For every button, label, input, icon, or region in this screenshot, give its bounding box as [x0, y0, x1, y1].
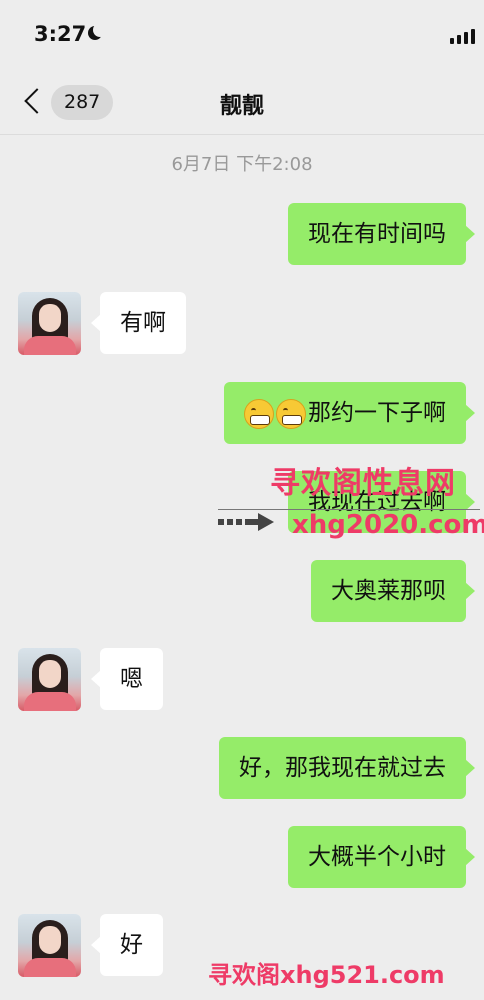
- moon-icon: [88, 23, 107, 40]
- contact-avatar[interactable]: [18, 292, 81, 355]
- message-bubble-outgoing[interactable]: 那约一下子啊: [224, 382, 475, 444]
- message-bubble-outgoing[interactable]: 大奥莱那呗: [311, 560, 475, 622]
- grimacing-face-icon: [244, 398, 274, 429]
- message-text: 那约一下子啊: [308, 400, 446, 426]
- arrow-right-icon: [218, 513, 274, 531]
- contact-avatar[interactable]: [18, 648, 81, 711]
- watermark-bottom: 寻欢阁xhg521.com: [208, 961, 445, 989]
- watermark-url: xhg2020.com: [292, 510, 484, 540]
- status-bar: 3:27: [0, 0, 484, 70]
- signal-icon: [450, 28, 478, 44]
- watermark-text: 寻欢阁性息网: [270, 466, 456, 501]
- status-time: 3:27: [34, 22, 87, 46]
- message-bubble-outgoing[interactable]: 大概半个小时: [288, 826, 475, 888]
- message-bubble-incoming[interactable]: 有啊: [91, 292, 186, 354]
- message-timestamp: 6月7日 下午2:08: [171, 154, 313, 175]
- message-bubble-outgoing[interactable]: 现在有时间吗: [288, 203, 475, 265]
- contact-avatar[interactable]: [18, 914, 81, 977]
- chat-title: 靓靓: [219, 94, 264, 119]
- message-bubble-incoming[interactable]: 嗯: [91, 648, 163, 710]
- chat-header: 287 靓靓: [0, 70, 484, 135]
- message-bubble-incoming[interactable]: 好: [91, 914, 163, 976]
- grimacing-face-icon: [276, 398, 306, 429]
- message-bubble-outgoing[interactable]: 好，那我现在就过去: [219, 737, 475, 799]
